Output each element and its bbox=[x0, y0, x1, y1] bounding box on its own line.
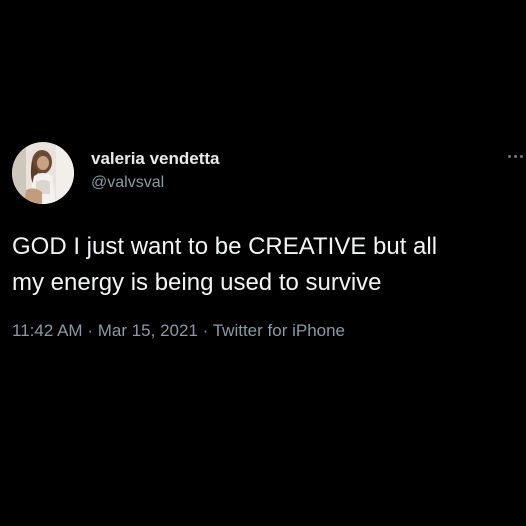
profile-photo-icon bbox=[12, 142, 74, 204]
tweet-date[interactable]: Mar 15, 2021 bbox=[98, 321, 198, 340]
tweet-text: GOD I just want to be CREATIVE but all m… bbox=[12, 233, 438, 296]
user-handle[interactable]: @valvsval bbox=[91, 174, 164, 192]
tweet-metadata: 11:42 AM · Mar 15, 2021 · Twitter for iP… bbox=[12, 321, 345, 341]
separator: · bbox=[202, 321, 209, 340]
display-name[interactable]: valeria vendetta bbox=[91, 149, 220, 169]
tweet-time[interactable]: 11:42 AM bbox=[12, 321, 83, 340]
tweet-source[interactable]: Twitter for iPhone bbox=[213, 321, 345, 340]
avatar[interactable] bbox=[12, 142, 74, 204]
tweet-card: valeria vendetta @valvsval GOD I just wa… bbox=[0, 0, 526, 526]
separator: · bbox=[87, 321, 93, 340]
more-options-icon[interactable] bbox=[505, 146, 526, 166]
